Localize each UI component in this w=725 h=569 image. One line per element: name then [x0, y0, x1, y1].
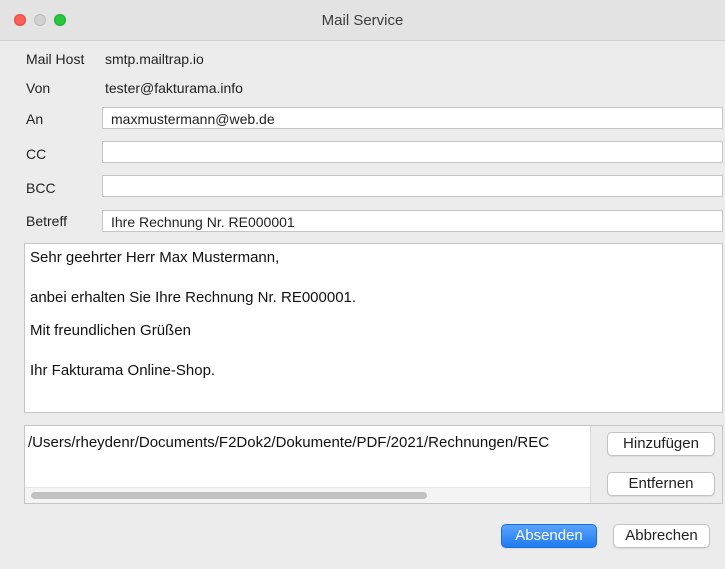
send-button[interactable]: Absenden	[501, 524, 597, 548]
remove-attachment-button[interactable]: Entfernen	[607, 472, 715, 496]
cc-label: CC	[26, 146, 47, 162]
window-title: Mail Service	[321, 12, 404, 29]
bcc-field[interactable]	[102, 175, 723, 197]
cc-field[interactable]	[102, 141, 723, 163]
from-value: tester@fakturama.info	[105, 80, 243, 96]
scrollbar-thumb[interactable]	[31, 492, 427, 499]
attachment-item[interactable]: /Users/rheydenr/Documents/F2Dok2/Dokumen…	[28, 434, 549, 451]
title-bar: Mail Service	[0, 0, 725, 41]
subject-label: Betreff	[26, 213, 67, 229]
message-line: anbei erhalten Sie Ihre Rechnung Nr. RE0…	[30, 289, 357, 306]
add-attachment-button[interactable]: Hinzufügen	[607, 432, 715, 456]
attachment-list[interactable]: /Users/rheydenr/Documents/F2Dok2/Dokumen…	[25, 426, 591, 503]
cancel-button[interactable]: Abbrechen	[613, 524, 710, 548]
mail-host-label: Mail Host	[26, 51, 85, 67]
from-label: Von	[26, 80, 51, 96]
mail-service-window: Mail Service Mail Host smtp.mailtrap.io …	[0, 0, 725, 569]
horizontal-scrollbar[interactable]	[25, 487, 590, 503]
message-line: Ihr Fakturama Online-Shop.	[30, 362, 216, 379]
subject-field[interactable]: Ihre Rechnung Nr. RE000001	[102, 210, 723, 232]
to-label: An	[26, 111, 44, 127]
to-field[interactable]: maxmustermann@web.de	[102, 107, 723, 129]
message-body-textarea[interactable]: Sehr geehrter Herr Max Mustermann, anbei…	[24, 243, 723, 413]
message-line: Mit freundlichen Grüßen	[30, 322, 191, 339]
message-line: Sehr geehrter Herr Max Mustermann,	[30, 249, 280, 266]
bcc-label: BCC	[26, 180, 56, 196]
mail-host-value: smtp.mailtrap.io	[105, 51, 204, 67]
